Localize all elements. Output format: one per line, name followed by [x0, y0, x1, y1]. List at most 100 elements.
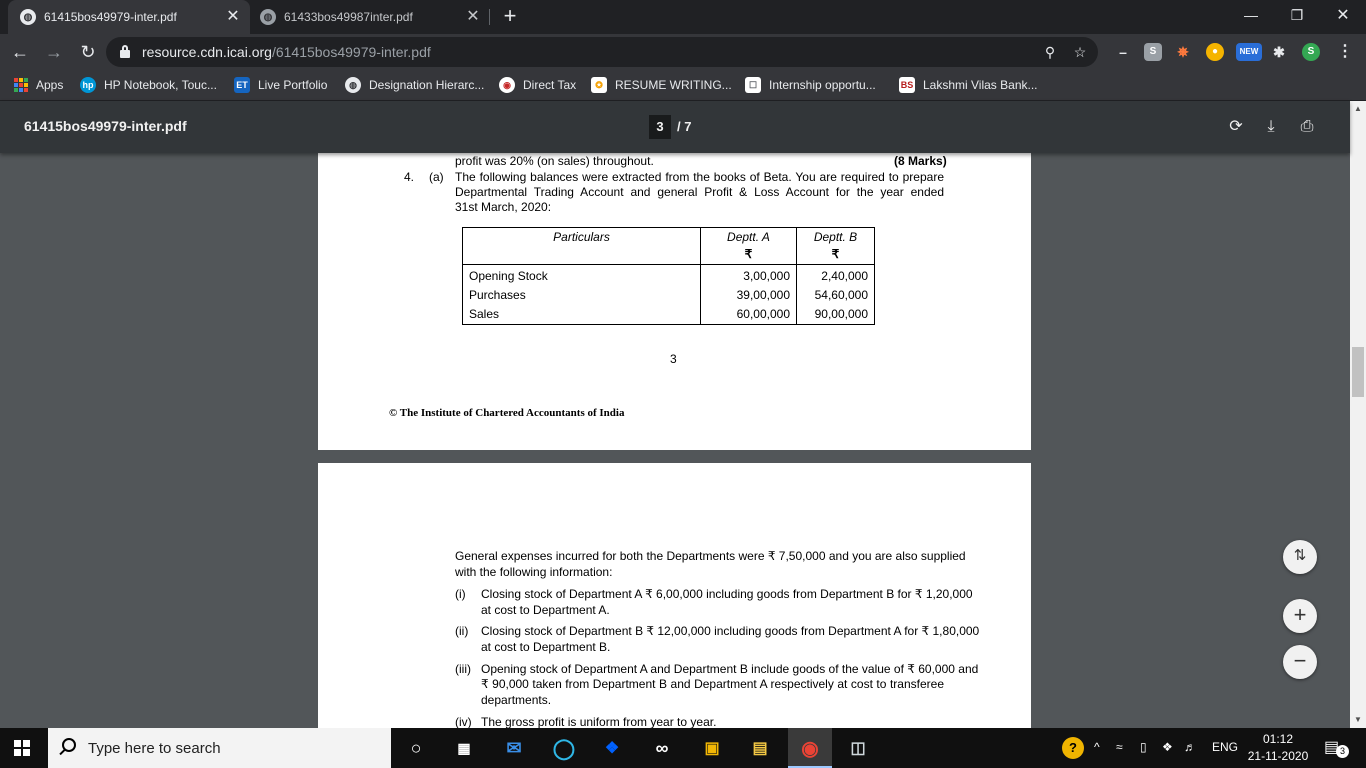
close-window-icon[interactable]: ✕	[1320, 0, 1366, 30]
url-text[interactable]: resource.cdn.icai.org/61415bos49979-inte…	[142, 44, 431, 60]
close-tab-icon[interactable]: ✕	[464, 8, 482, 26]
edge-icon[interactable]: ◯	[552, 736, 576, 760]
language-indicator[interactable]: ENG	[1212, 740, 1238, 754]
search-placeholder: Type here to search	[88, 740, 221, 757]
vertical-scrollbar[interactable]: ▲ ▼	[1350, 101, 1366, 728]
mail-icon[interactable]: ✉	[502, 736, 526, 760]
task-view-icon[interactable]: ▦	[452, 736, 476, 760]
col-header: Particulars	[462, 227, 701, 265]
zoom-search-icon[interactable]: ⚲	[1040, 42, 1060, 62]
scroll-down-icon[interactable]: ▼	[1350, 712, 1366, 728]
bookmark-label: Internship opportu...	[769, 78, 876, 92]
notification-icon[interactable]: ▤ 3	[1324, 737, 1349, 759]
reload-icon[interactable]: ↻	[76, 40, 100, 64]
menu-kebab-icon[interactable]: ⋮	[1336, 43, 1354, 61]
restore-icon[interactable]: ❐	[1274, 0, 1320, 30]
zoom-out-button[interactable]: −	[1283, 645, 1317, 679]
star-icon[interactable]: ☆	[1070, 42, 1090, 62]
bookmark-apps[interactable]: Apps	[14, 76, 63, 94]
doc-line: departments.	[481, 693, 552, 707]
page-total: / 7	[677, 119, 692, 134]
col-header-label: Deptt. A	[727, 230, 770, 244]
taskbar-clock[interactable]: 01:12 21-11-2020	[1242, 731, 1314, 765]
hp-icon: hp	[80, 77, 96, 93]
bookmark-live-portfolio[interactable]: ET Live Portfolio	[234, 76, 327, 94]
store-icon[interactable]: ▣	[700, 736, 724, 760]
close-tab-icon[interactable]: ✕	[224, 8, 242, 26]
extension-s-icon[interactable]: S	[1144, 43, 1162, 61]
globe-icon: ◍	[260, 9, 276, 25]
bookmark-internship[interactable]: ☐ Internship opportu...	[745, 76, 876, 94]
app-window-icon[interactable]: ◫	[846, 736, 870, 760]
minimize-icon[interactable]: —	[1228, 0, 1274, 30]
address-bar[interactable]: resource.cdn.icai.org/61415bos49979-inte…	[106, 37, 1098, 67]
bookmark-label: HP Notebook, Touc...	[104, 78, 217, 92]
col-header-label: Deptt. B	[813, 230, 858, 244]
windows-start-icon[interactable]	[14, 740, 30, 756]
bookmark-lakshmi-vilas[interactable]: BS Lakshmi Vilas Bank...	[899, 76, 1038, 94]
table-cell: Sales	[462, 304, 701, 325]
extension-new-icon[interactable]: NEW	[1236, 43, 1262, 61]
doc-line: Closing stock of Department A ₹ 6,00,000…	[481, 587, 973, 601]
file-explorer-icon[interactable]: ▤	[748, 736, 772, 760]
print-icon[interactable]: ⎙	[1295, 115, 1319, 139]
bookmark-direct-tax[interactable]: ◉ Direct Tax	[499, 76, 576, 94]
bookmark-resume-writing[interactable]: ✪ RESUME WRITING...	[591, 76, 732, 94]
url-host: resource.cdn.icai.org	[142, 44, 272, 60]
fit-page-button[interactable]: ⇅	[1283, 540, 1317, 574]
volume-icon[interactable]: ♬	[1184, 740, 1196, 754]
notification-count: 3	[1336, 745, 1349, 758]
doc-line: at cost to Department B.	[481, 640, 611, 654]
pdf-page-3: profit was 20% (on sales) throughout. (8…	[318, 153, 1031, 450]
wifi-icon[interactable]: ≈	[1116, 740, 1123, 754]
page-number-input[interactable]: 3	[649, 115, 671, 139]
tab-61433bos49987[interactable]: ◍ 61433bos49987inter.pdf ✕	[250, 0, 490, 34]
doc-line: The gross profit is uniform from year to…	[481, 715, 717, 728]
help-icon[interactable]: ?	[1062, 737, 1084, 759]
tab-strip: ◍ 61415bos49979-inter.pdf ✕ ◍ 61433bos49…	[0, 0, 1366, 34]
cortana-icon[interactable]: ○	[404, 736, 428, 760]
pdf-viewport[interactable]: profit was 20% (on sales) throughout. (8…	[0, 153, 1350, 728]
bookmark-label: Direct Tax	[523, 78, 577, 92]
rupee-symbol: ₹	[831, 247, 840, 261]
download-icon[interactable]: ⤓	[1259, 115, 1283, 139]
search-icon	[62, 738, 76, 752]
browser-toolbar: ← → ↻ resource.cdn.icai.org/61415bos4997…	[0, 34, 1366, 70]
table-cell: 3,00,000	[700, 264, 797, 285]
bs-icon: BS	[899, 77, 915, 93]
taskbar-chrome-active[interactable]: ◉	[788, 728, 832, 768]
dropbox-tray-icon[interactable]: ❖	[1162, 740, 1173, 754]
table-cell: Purchases	[462, 284, 701, 305]
bookmark-designation[interactable]: ◍ Designation Hierarc...	[345, 76, 484, 94]
bookmark-label: Apps	[36, 78, 64, 92]
extension-bulb-icon[interactable]: ✵	[1174, 43, 1192, 61]
extension-coin-icon[interactable]: ●	[1206, 43, 1224, 61]
doc-line: General expenses incurred for both the D…	[455, 549, 966, 563]
scroll-up-icon[interactable]: ▲	[1350, 101, 1366, 117]
rotate-icon[interactable]: ⟳	[1224, 115, 1248, 139]
new-tab-button[interactable]: +	[498, 5, 522, 29]
table-row: Sales 60,00,000 90,00,000	[462, 304, 875, 325]
table-cell: 39,00,000	[700, 284, 797, 305]
doc-line: Opening stock of Department A and Depart…	[481, 662, 979, 676]
scrollbar-thumb[interactable]	[1352, 347, 1364, 397]
dropbox-icon[interactable]: ❖	[600, 736, 624, 760]
bookmark-hp-notebook[interactable]: hp HP Notebook, Touc...	[80, 76, 217, 94]
extension-dash-icon[interactable]: –	[1114, 43, 1132, 61]
back-icon[interactable]: ←	[8, 40, 32, 64]
chevron-up-icon[interactable]: ^	[1094, 740, 1100, 754]
table-row: Opening Stock 3,00,000 2,40,000	[462, 264, 875, 285]
doc-line: The following balances were extracted fr…	[455, 170, 944, 184]
extensions-puzzle-icon[interactable]: ✱	[1270, 43, 1288, 61]
battery-icon[interactable]: ▯	[1140, 740, 1147, 754]
portfolio-icon: ET	[234, 77, 250, 93]
tab-61415bos49979[interactable]: ◍ 61415bos49979-inter.pdf ✕	[8, 0, 250, 34]
taskbar-search-box[interactable]: Type here to search	[48, 728, 391, 768]
tab-title: 61415bos49979-inter.pdf	[44, 10, 177, 24]
col-header: Deptt. A ₹	[700, 227, 797, 265]
infinity-app-icon[interactable]: ∞	[650, 736, 674, 760]
forward-icon[interactable]: →	[42, 40, 66, 64]
table-cell: Opening Stock	[462, 264, 701, 285]
profile-avatar[interactable]: S	[1302, 43, 1320, 61]
zoom-in-button[interactable]: +	[1283, 599, 1317, 633]
